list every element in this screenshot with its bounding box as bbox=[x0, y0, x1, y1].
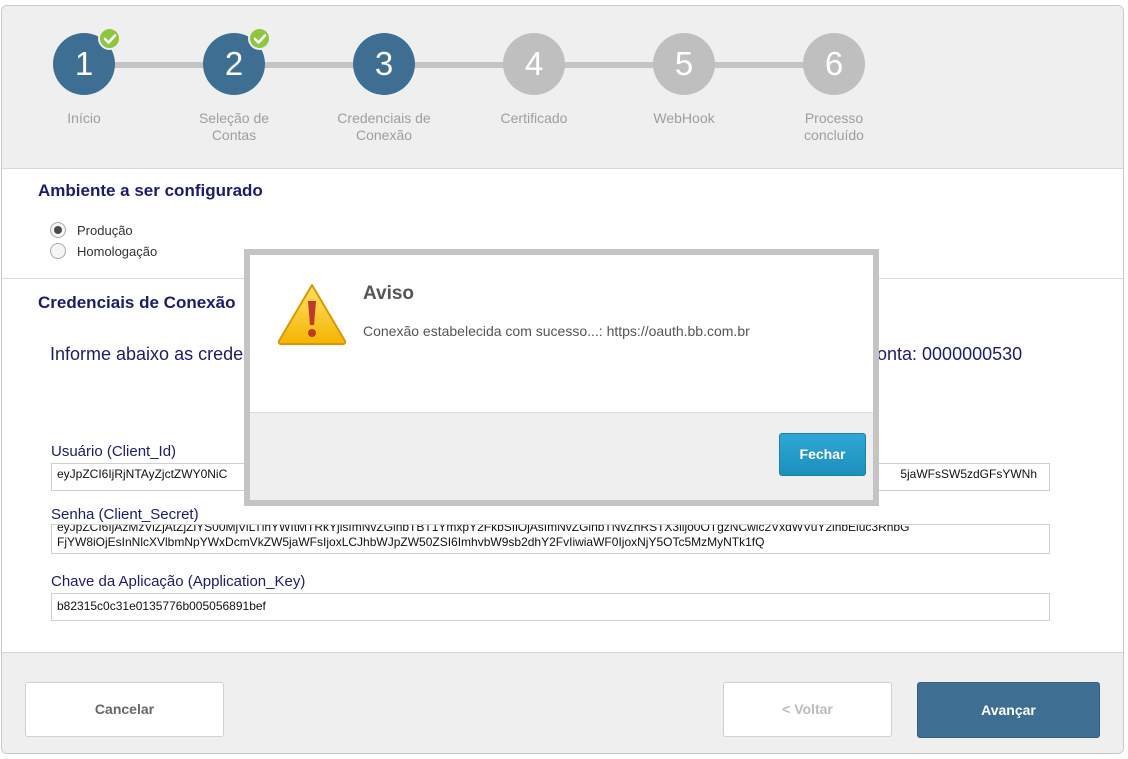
check-icon bbox=[98, 27, 121, 50]
client-id-value-start: eyJpZCI6IjRjNTAyZjctZWY0NiC bbox=[57, 467, 228, 481]
radio-producao[interactable]: Produção bbox=[50, 222, 133, 238]
step-5-number: 5 bbox=[674, 45, 694, 82]
step-5: 5 WebHook bbox=[624, 33, 744, 127]
step-2-circle: 2 bbox=[203, 27, 271, 95]
step-1-number: 1 bbox=[74, 45, 94, 82]
client-secret-field[interactable]: eyJpZCI6IjAzMzViZjAtZjZiYS00MjViLTlhYWIt… bbox=[51, 524, 1050, 554]
cancel-button[interactable]: Cancelar bbox=[25, 682, 224, 737]
close-button[interactable]: Fechar bbox=[779, 433, 866, 476]
radio-homologacao-label: Homologação bbox=[77, 243, 158, 259]
client-id-label: Usuário (Client_Id) bbox=[51, 443, 177, 460]
check-icon bbox=[248, 27, 271, 50]
client-id-value-end: 5jaWFsSW5zdGFsYWNh bbox=[900, 467, 1037, 481]
dialog-footer: Fechar bbox=[250, 412, 873, 500]
step-4-number: 4 bbox=[524, 45, 544, 82]
warning-icon bbox=[276, 281, 348, 347]
app-key-label: Chave da Aplicação (Application_Key) bbox=[51, 573, 306, 590]
credentials-title: Credenciais de Conexão bbox=[38, 293, 236, 312]
step-6: 6 Processo concluído bbox=[774, 33, 894, 144]
step-4-label: Certificado bbox=[500, 110, 568, 126]
alert-dialog: Aviso Conexão estabelecida com sucesso..… bbox=[244, 249, 879, 506]
step-5-label: WebHook bbox=[653, 110, 715, 126]
app-key-field[interactable]: b82315c0c31e0135776b005056891bef bbox=[51, 593, 1050, 621]
dialog-message: Conexão estabelecida com sucesso...: htt… bbox=[363, 323, 750, 339]
step-6-number: 6 bbox=[824, 45, 844, 82]
step-2-number: 2 bbox=[224, 45, 244, 82]
client-secret-label: Senha (Client_Secret) bbox=[51, 506, 199, 523]
stepper: 1 Início 2 Seleção de Contas 3 Credencia… bbox=[2, 6, 1123, 169]
credentials-info-right: onta: 0000000530 bbox=[877, 344, 1023, 364]
credentials-info-left: Informe abaixo as crede bbox=[50, 344, 244, 364]
app-key-value: b82315c0c31e0135776b005056891bef bbox=[57, 599, 266, 613]
client-secret-line-2: FjYW8iOjEsInNlcXVlbmNpYWxDcmVkZW5jaWFsIj… bbox=[57, 535, 765, 549]
client-secret-line-1: eyJpZCI6IjAzMzViZjAtZjZiYS00MjViLTlhYWIt… bbox=[57, 524, 910, 534]
step-6-label: Processo concluído bbox=[804, 110, 864, 143]
radio-button[interactable] bbox=[50, 243, 66, 259]
dialog-title: Aviso bbox=[363, 283, 415, 304]
step-3-label: Credenciais de Conexão bbox=[337, 110, 431, 143]
step-2-label: Seleção de Contas bbox=[198, 110, 270, 143]
next-button[interactable]: Avançar bbox=[917, 682, 1100, 738]
step-6-circle: 6 bbox=[803, 33, 865, 95]
radio-homologacao[interactable]: Homologação bbox=[50, 243, 157, 259]
step-3: 3 Credenciais de Conexão bbox=[324, 33, 444, 144]
step-3-number: 3 bbox=[374, 45, 394, 82]
stepper-track-pending bbox=[384, 62, 834, 68]
footer-bar: Cancelar < Voltar Avançar bbox=[2, 652, 1123, 753]
step-2: 2 Seleção de Contas bbox=[174, 27, 294, 144]
environment-title: Ambiente a ser configurado bbox=[38, 181, 263, 200]
step-5-circle: 5 bbox=[653, 33, 715, 95]
step-3-circle: 3 bbox=[353, 33, 415, 95]
step-1-label: Início bbox=[67, 110, 101, 126]
step-1-circle: 1 bbox=[53, 27, 121, 95]
step-4-circle: 4 bbox=[503, 33, 565, 95]
step-1: 1 Início bbox=[24, 27, 144, 127]
radio-button[interactable] bbox=[50, 222, 66, 238]
radio-producao-label: Produção bbox=[77, 222, 133, 238]
step-4: 4 Certificado bbox=[474, 33, 594, 127]
back-button[interactable]: < Voltar bbox=[723, 682, 892, 737]
